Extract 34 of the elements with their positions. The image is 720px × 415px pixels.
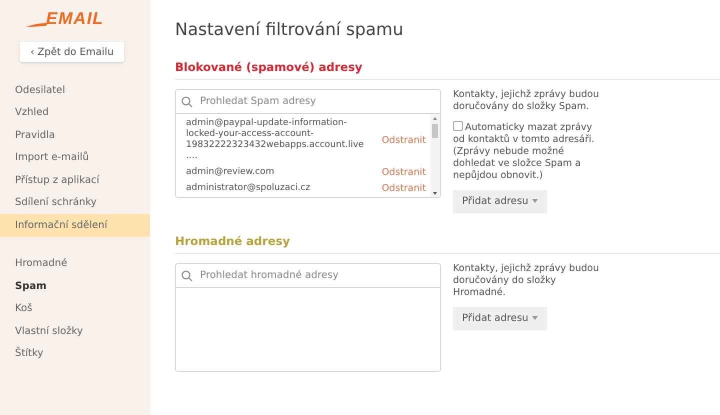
remove-link[interactable]: Odstranit bbox=[382, 134, 426, 146]
description-text: Kontakty, jejichž zprávy budou doručovány do složky Hromadné. bbox=[453, 263, 600, 299]
remove-link[interactable]: Odstranit bbox=[382, 167, 426, 178]
page-title: Nastavení filtrování spamu bbox=[175, 20, 404, 40]
description-text: Kontakty, jejichž zprávy budou doručovány do složky Spam. bbox=[453, 89, 600, 113]
sidebar-item[interactable]: Spam bbox=[0, 275, 150, 298]
sidebar-item[interactable]: Odesilatel bbox=[0, 79, 150, 102]
add-address-button[interactable]: Přidat adresu bbox=[453, 190, 548, 212]
sidebar-item[interactable]: Informační sdělení bbox=[0, 214, 150, 236]
email-address: admin@paypal-update-information-locked-your-access-account-19832222323432webapps.account.live.... bbox=[186, 118, 364, 162]
email-address: admin@review.com bbox=[186, 167, 276, 178]
caret-icon bbox=[532, 316, 538, 320]
sidebar-item[interactable]: Import e-mailů bbox=[0, 146, 150, 169]
scrollbar[interactable] bbox=[430, 114, 440, 197]
sidebar-item[interactable]: Vlastní složky bbox=[0, 320, 150, 342]
sidebar-item[interactable]: Hromadné bbox=[0, 252, 150, 275]
sidebar-item[interactable]: Pravidla bbox=[0, 124, 150, 146]
email-address: administrator@spoluzaci.cz bbox=[186, 183, 312, 194]
swoosh-icon bbox=[26, 22, 48, 28]
remove-link[interactable]: Odstranit bbox=[382, 183, 426, 194]
add-address-button[interactable]: Přidat adresu bbox=[453, 307, 548, 329]
auto-delete-option[interactable]: Automaticky mazat zprávy od kontaktů v tomto adresáři. (Zprávy nebude možné dohledat ve složce Spam a nepůjdou obnovit.) bbox=[453, 121, 603, 182]
search-icon bbox=[181, 96, 193, 108]
search-icon bbox=[181, 270, 193, 282]
section-heading: Hromadné adresy bbox=[175, 234, 720, 254]
sidebar-item[interactable]: Sdílení schránky bbox=[0, 192, 150, 214]
sidebar-item[interactable]: Koš bbox=[0, 298, 150, 320]
sidebar-item[interactable]: Štítky bbox=[0, 342, 150, 365]
caret-icon bbox=[532, 199, 538, 203]
sidebar-item[interactable]: Přístup z aplikací bbox=[0, 169, 150, 192]
sidebar-item[interactable]: Vzhled bbox=[0, 102, 150, 124]
logo: EMAIL bbox=[46, 9, 104, 29]
back-button[interactable]: ‹ Zpět do Emailu bbox=[20, 42, 124, 62]
section-heading: Blokované (spamové) adresy bbox=[175, 60, 720, 80]
